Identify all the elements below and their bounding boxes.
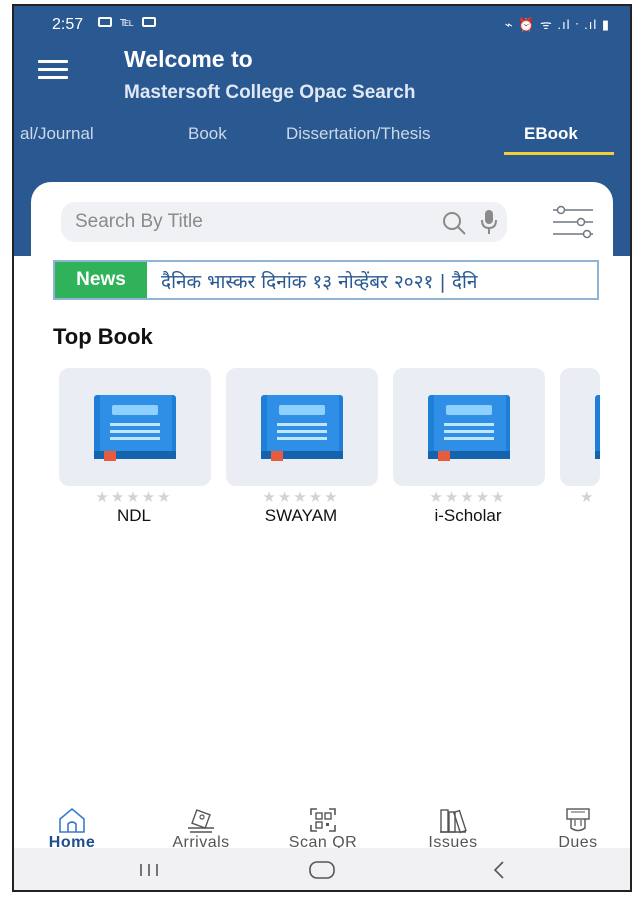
status-time: 2:57 (52, 16, 84, 33)
tab-journal[interactable]: al/Journal (20, 124, 94, 144)
tab-dissertation[interactable]: Dissertation/Thesis (286, 124, 431, 144)
page-subtitle: Mastersoft College Opac Search (124, 82, 416, 103)
rating-stars: ★★★★★ (429, 489, 507, 506)
menu-button[interactable] (38, 60, 68, 82)
notification-icon (142, 17, 156, 27)
home-button-icon[interactable] (308, 860, 336, 880)
search-icon[interactable] (441, 210, 467, 236)
book-thumbnail (560, 368, 600, 486)
nav-arrivals[interactable]: Arrivals (161, 802, 241, 852)
news-ticker[interactable]: News दैनिक भास्कर दिनांक १३ नोव्हेंबर २०… (53, 260, 599, 300)
page-title: Welcome to (124, 46, 253, 72)
mic-icon[interactable] (479, 208, 499, 236)
nav-home[interactable]: Home (32, 802, 112, 852)
home-icon (59, 807, 85, 833)
book-card-i-scholar[interactable]: ★★★★★ i-Scholar (393, 368, 545, 526)
arrivals-icon (188, 809, 214, 833)
book-icon (595, 395, 600, 459)
notification-icon (98, 17, 112, 27)
category-tabs: al/Journal Book Dissertation/Thesis EBoo… (14, 116, 630, 160)
book-thumbnail (226, 368, 378, 486)
book-icon (261, 395, 343, 461)
status-bar: 2:57 ℡ ⌁ ⏰ ᯤ .ıl ᐧ .ıl ▮ (14, 6, 630, 40)
book-label: SWAYAM (264, 506, 338, 525)
book-label: i-Scholar (434, 506, 502, 525)
recent-apps-icon[interactable] (138, 862, 160, 878)
nav-issues[interactable]: Issues (413, 802, 493, 852)
book-card-partial[interactable]: ★ (560, 368, 600, 506)
active-tab-indicator (504, 152, 614, 155)
back-icon[interactable] (492, 860, 506, 880)
bottom-navigation: Home Arrivals Scan QR Issues Dues (14, 802, 630, 854)
book-icon (94, 395, 176, 461)
book-thumbnail (59, 368, 211, 486)
book-card-ndl[interactable]: ★★★★★ NDL (59, 368, 211, 526)
book-icon (428, 395, 510, 461)
status-indicators: ⌁ ⏰ ᯤ .ıl ᐧ .ıl ▮ (504, 17, 610, 32)
book-thumbnail (393, 368, 545, 486)
section-title: Top Book (53, 324, 153, 349)
nav-scan-qr[interactable]: Scan QR (283, 802, 363, 852)
news-label: News (55, 262, 147, 298)
news-text: दैनिक भास्कर दिनांक १३ नोव्हेंबर २०२१ | … (161, 271, 478, 293)
nav-dues[interactable]: Dues (538, 802, 618, 852)
content-card: News दैनिक भास्कर दिनांक १३ नोव्हेंबर २०… (31, 182, 613, 822)
tab-book[interactable]: Book (188, 124, 227, 144)
dues-icon (566, 808, 590, 832)
search-input[interactable] (75, 210, 415, 234)
book-label: NDL (116, 506, 151, 525)
filter-icon[interactable] (551, 204, 595, 240)
tab-ebook[interactable]: EBook (524, 124, 578, 144)
qr-scan-icon (310, 808, 336, 832)
rating-stars: ★★★★★ (262, 489, 340, 506)
rating-stars: ★★★★★ (95, 489, 173, 506)
phone-screen: 2:57 ℡ ⌁ ⏰ ᯤ .ıl ᐧ .ıl ▮ Welcome to Mast… (12, 4, 632, 892)
rating-stars: ★ (580, 489, 596, 506)
books-icon (440, 809, 467, 834)
book-card-swayam[interactable]: ★★★★★ SWAYAM (226, 368, 378, 526)
system-navigation-bar (14, 848, 630, 890)
search-bar (61, 202, 507, 242)
call-icon: ℡ (120, 14, 134, 29)
